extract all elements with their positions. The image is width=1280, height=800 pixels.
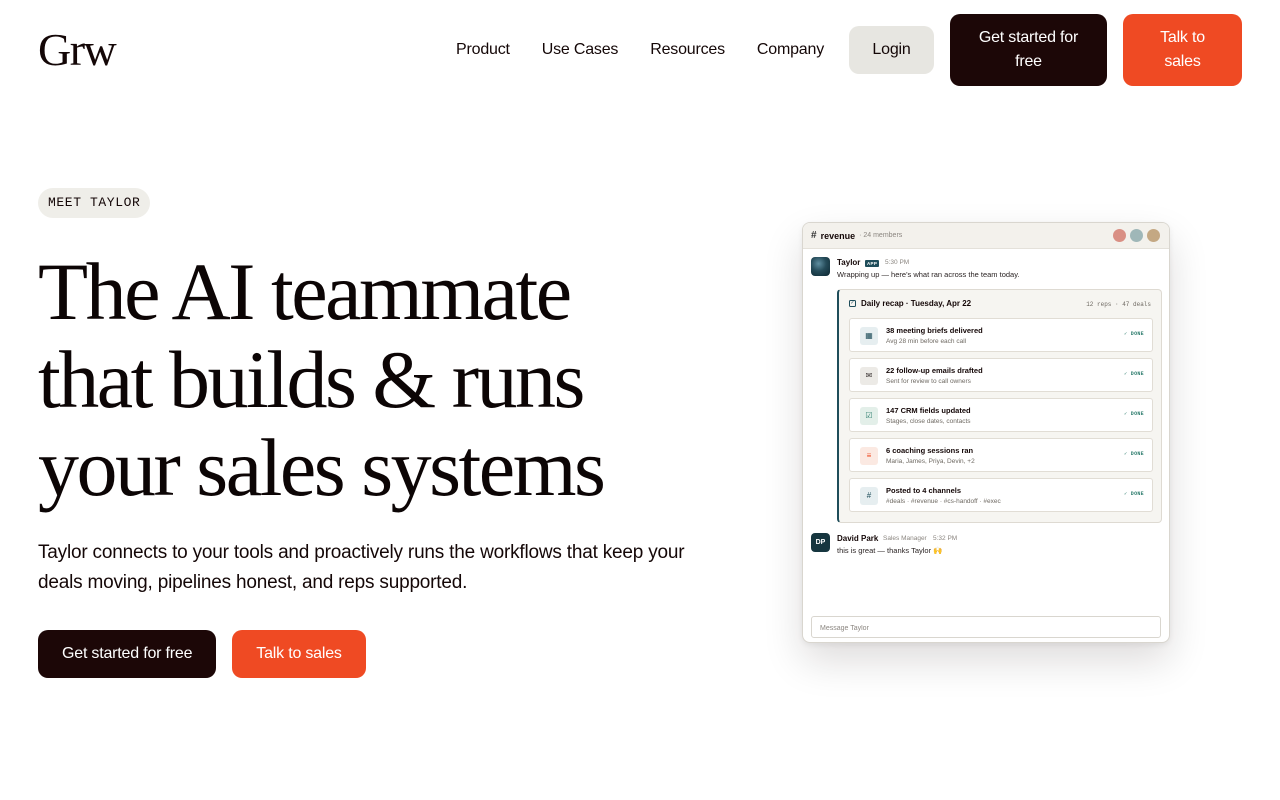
- message-composer: [811, 616, 1161, 639]
- status-badge: ✓ DONE: [1124, 331, 1144, 337]
- taylor-name[interactable]: Taylor: [837, 258, 860, 267]
- checkbox-icon: ☑: [860, 407, 878, 425]
- status-badge: ✓ DONE: [1124, 451, 1144, 457]
- item-subtitle: Avg 28 min before each call: [886, 338, 967, 345]
- message-time: 5:32 PM: [933, 535, 958, 542]
- recap-item[interactable]: ✉ 22 follow-up emails drafted Sent for r…: [849, 358, 1153, 392]
- recap-item[interactable]: # Posted to 4 channels #deals · #revenue…: [849, 478, 1153, 512]
- member-avatar[interactable]: [1147, 229, 1160, 242]
- david-role: Sales Manager: [883, 535, 927, 542]
- login-button[interactable]: Login: [849, 26, 934, 74]
- member-avatars: [1109, 229, 1160, 242]
- item-subtitle: Stages, close dates, contacts: [886, 418, 971, 425]
- app-badge: APP: [865, 260, 880, 267]
- recap-item[interactable]: ☑ 147 CRM fields updated Stages, close d…: [849, 398, 1153, 432]
- logo[interactable]: Grw: [38, 27, 117, 73]
- headline-line-2: that builds & runs: [38, 334, 585, 425]
- status-badge: ✓ DONE: [1124, 491, 1144, 497]
- nav-link-product[interactable]: Product: [456, 41, 510, 59]
- david-name[interactable]: David Park: [837, 534, 878, 543]
- calendar-icon: ▦: [860, 327, 878, 345]
- status-badge: ✓ DONE: [1124, 371, 1144, 377]
- notes-icon: ≡: [860, 447, 878, 465]
- headline-line-3: your sales systems: [38, 422, 606, 513]
- channel-name: revenue: [820, 230, 856, 241]
- headline-line-1: The AI teammate: [38, 246, 572, 337]
- message-input[interactable]: [812, 618, 1160, 639]
- message-text: Wrapping up — here's what ran across the…: [837, 270, 1020, 279]
- hero-cta-row: Get started for free Talk to sales: [38, 630, 366, 678]
- chat-preview: # revenue · 24 members Taylor APP 5:30 P…: [802, 222, 1170, 643]
- channel-hash-icon: #: [811, 230, 817, 241]
- item-title: 147 CRM fields updated: [886, 406, 971, 415]
- recap-item[interactable]: ▦ 38 meeting briefs delivered Avg 28 min…: [849, 318, 1153, 352]
- hero-talk-to-sales-button[interactable]: Talk to sales: [232, 630, 366, 678]
- recap-title: Daily recap · Tuesday, Apr 22: [861, 299, 972, 308]
- nav-talk-to-sales-button[interactable]: Talk to sales: [1123, 14, 1242, 86]
- recap-item[interactable]: ≡ 6 coaching sessions ran Maria, James, …: [849, 438, 1153, 472]
- item-subtitle: Maria, James, Priya, Devin, +2: [886, 458, 975, 465]
- checkbox-icon: ✓: [849, 300, 856, 307]
- nav-get-started-button[interactable]: Get started for free: [950, 14, 1107, 86]
- channel-members: · 24 members: [859, 232, 903, 239]
- item-title: 38 meeting briefs delivered: [886, 326, 983, 335]
- hero-get-started-button[interactable]: Get started for free: [38, 630, 217, 678]
- message-time: 5:30 PM: [885, 259, 910, 266]
- item-title: 6 coaching sessions ran: [886, 446, 974, 455]
- hash-icon: #: [860, 487, 878, 505]
- message-text: this is great — thanks Taylor 🙌: [837, 546, 943, 555]
- item-subtitle: #deals · #revenue · #cs-handoff · #exec: [886, 498, 1001, 505]
- taylor-avatar[interactable]: [811, 257, 830, 276]
- nav-link-use-cases[interactable]: Use Cases: [542, 41, 619, 59]
- recap-header: ✓ Daily recap · Tuesday, Apr 22: [849, 299, 971, 308]
- member-avatar[interactable]: [1113, 229, 1126, 242]
- david-avatar[interactable]: DP: [811, 533, 830, 552]
- hero-headline: The AI teammate that builds & runs your …: [38, 248, 718, 512]
- item-title: Posted to 4 channels: [886, 486, 962, 495]
- eyebrow-badge: MEET TAYLOR: [38, 188, 151, 218]
- chat-header: # revenue · 24 members: [803, 223, 1169, 249]
- daily-recap-card: ✓ Daily recap · Tuesday, Apr 22 12 reps …: [837, 289, 1162, 523]
- item-title: 22 follow-up emails drafted: [886, 366, 983, 375]
- hero-subcopy: Taylor connects to your tools and proact…: [38, 542, 685, 593]
- nav-link-company[interactable]: Company: [757, 41, 824, 59]
- status-badge: ✓ DONE: [1124, 411, 1144, 417]
- member-avatar[interactable]: [1130, 229, 1143, 242]
- item-subtitle: Sent for review to call owners: [886, 378, 971, 385]
- recap-meta: 12 reps · 47 deals: [1086, 301, 1151, 308]
- main-nav: Product Use Cases Resources Company Logi…: [456, 14, 1242, 86]
- mail-icon: ✉: [860, 367, 878, 385]
- nav-link-resources[interactable]: Resources: [650, 41, 725, 59]
